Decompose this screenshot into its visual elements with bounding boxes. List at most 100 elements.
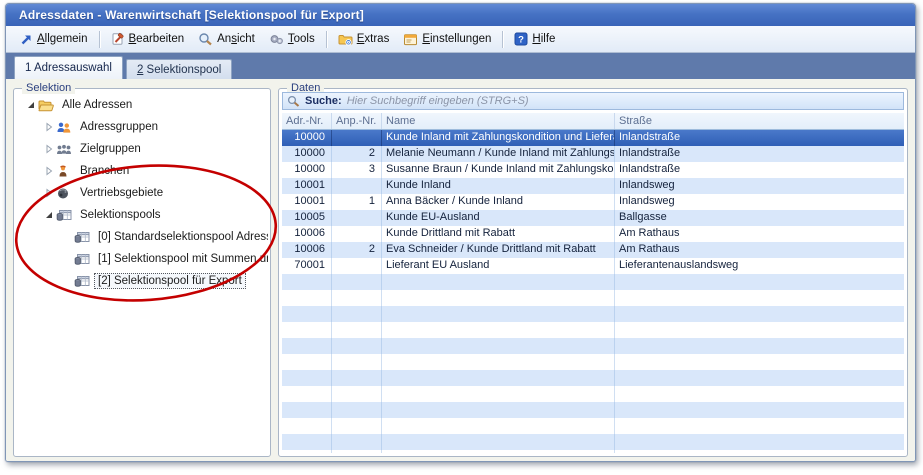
menu-item-einstellungen[interactable]: Einstellungen [396, 30, 498, 49]
table-filler-row [282, 434, 904, 450]
cell-adr-nr: 10006 [282, 242, 332, 258]
expander-expanded-icon[interactable] [42, 210, 56, 220]
empty-cell [615, 450, 904, 453]
menu-item-allgemein[interactable]: Allgemein [13, 30, 95, 49]
search-input[interactable]: Suche: Hier Suchbegriff eingeben (STRG+S… [282, 92, 904, 110]
empty-cell [615, 370, 904, 386]
tab-selektionspool[interactable]: 2 Selektionspool [126, 59, 232, 79]
tree-item[interactable]: Alle Adressen [16, 94, 268, 116]
cell-name: Lieferant EU Ausland [382, 258, 615, 274]
expander-collapsed-icon[interactable] [42, 188, 56, 198]
search-icon [287, 95, 300, 107]
table-row[interactable]: 100011Anna Bäcker / Kunde InlandInlandsw… [282, 194, 904, 210]
menu-item-label: Bearbeiten [129, 33, 185, 45]
tree-item[interactable]: Branchen [16, 160, 268, 182]
cell-name: Eva Schneider / Kunde Drittland mit Raba… [382, 242, 615, 258]
table-row[interactable]: 10001Kunde InlandInlandsweg [282, 178, 904, 194]
empty-cell [382, 370, 615, 386]
tab-label: 1 Adressauswahl [25, 62, 112, 74]
table-row[interactable]: 70001 Lieferant EU AuslandLieferantenausl… [282, 258, 904, 274]
cell-name: Anna Bäcker / Kunde Inland [382, 194, 615, 210]
column-header-strasse[interactable]: Straße [615, 113, 904, 129]
expander-collapsed-icon[interactable] [42, 144, 56, 154]
empty-cell [332, 386, 382, 402]
magnifier-icon [198, 32, 213, 46]
target-groups-icon [56, 143, 76, 156]
empty-cell [615, 418, 904, 434]
table-filler-row [282, 450, 904, 453]
cell-strasse: Inlandstraße [615, 162, 904, 178]
expander-expanded-icon[interactable] [24, 100, 38, 110]
empty-cell [382, 386, 615, 402]
menu-item-label: Tools [288, 33, 315, 45]
table-filler-row [282, 290, 904, 306]
empty-cell [382, 418, 615, 434]
empty-cell [615, 354, 904, 370]
table-row[interactable]: 100062Eva Schneider / Kunde Drittland mi… [282, 242, 904, 258]
empty-cell [282, 450, 332, 453]
cell-name: Melanie Neumann / Kunde Inland mit Zahlu… [382, 146, 615, 162]
cell-adr-nr: 10001 [282, 194, 332, 210]
cell-anp-nr: 3 [332, 162, 382, 178]
menu-item-tools[interactable]: Tools [262, 30, 322, 49]
empty-cell [332, 322, 382, 338]
cell-adr-nr: 10001 [282, 178, 332, 194]
table-row[interactable]: 10000Kunde Inland mit Zahlungskondition … [282, 130, 904, 146]
sales-territories-icon [56, 187, 76, 200]
empty-cell [282, 402, 332, 418]
cell-strasse: Lieferantenauslandsweg [615, 258, 904, 274]
tree-item-label: Zielgruppen [76, 141, 145, 157]
cell-anp-nr [332, 258, 382, 274]
table-row[interactable]: 100003Susanne Braun / Kunde Inland mit Z… [282, 162, 904, 178]
menu-item-ansicht[interactable]: Ansicht [191, 29, 262, 49]
search-label: Suche: [305, 95, 342, 107]
search-placeholder: Hier Suchbegriff eingeben (STRG+S) [347, 95, 529, 107]
table-header-row: Adr.-Nr.Anp.-Nr.NameStraße [282, 113, 904, 130]
empty-cell [332, 402, 382, 418]
table-row[interactable]: 100002Melanie Neumann / Kunde Inland mit… [282, 146, 904, 162]
tree-item[interactable]: [0] Standardselektionspool Adressen [16, 226, 268, 248]
empty-cell [282, 370, 332, 386]
tree-item[interactable]: [2] Selektionspool für Export [16, 270, 268, 292]
table-row[interactable]: 10005Kunde EU-AuslandBallgasse [282, 210, 904, 226]
table-filler-row [282, 322, 904, 338]
empty-cell [282, 274, 332, 290]
empty-cell [282, 306, 332, 322]
empty-cell [615, 306, 904, 322]
tree-item[interactable]: Adressgruppen [16, 116, 268, 138]
table-row[interactable]: 10006Kunde Drittland mit RabattAm Rathau… [282, 226, 904, 242]
cell-anp-nr [332, 178, 382, 194]
industries-icon [56, 165, 76, 178]
tree-item[interactable]: Zielgruppen [16, 138, 268, 160]
svg-text:?: ? [518, 35, 524, 46]
column-header-adr-nr[interactable]: Adr.-Nr. [282, 113, 332, 129]
empty-cell [332, 306, 382, 322]
tab-adressauswahl[interactable]: 1 Adressauswahl [14, 56, 123, 79]
cell-anp-nr [332, 226, 382, 242]
tree-item-label: [0] Standardselektionspool Adressen [94, 229, 268, 245]
column-header-name[interactable]: Name [382, 113, 615, 129]
edit-hammer-icon [111, 32, 125, 46]
tree-item-label: [1] Selektionspool mit Summen und Grupp [94, 251, 268, 267]
expander-collapsed-icon[interactable] [42, 166, 56, 176]
menu-item-bearbeiten[interactable]: Bearbeiten [104, 29, 192, 49]
cell-adr-nr: 70001 [282, 258, 332, 274]
gears-icon [269, 33, 284, 46]
empty-cell [282, 290, 332, 306]
empty-cell [332, 418, 382, 434]
expander-collapsed-icon[interactable] [42, 122, 56, 132]
menu-item-extras[interactable]: Extras [331, 30, 397, 49]
selection-pool-icon [74, 275, 94, 288]
tree-item[interactable]: Vertriebsgebiete [16, 182, 268, 204]
cell-anp-nr [332, 130, 382, 146]
cell-anp-nr: 2 [332, 146, 382, 162]
empty-cell [282, 418, 332, 434]
tree-item[interactable]: [1] Selektionspool mit Summen und Grupp [16, 248, 268, 270]
menu-item-label: Ansicht [217, 33, 255, 45]
empty-cell [382, 354, 615, 370]
menu-item-hilfe[interactable]: ?Hilfe [507, 29, 562, 49]
column-header-anp-nr[interactable]: Anp.-Nr. [332, 113, 382, 129]
tree-item[interactable]: Selektionspools [16, 204, 268, 226]
cell-name: Kunde Drittland mit Rabatt [382, 226, 615, 242]
menu-item-label: Einstellungen [422, 33, 491, 45]
